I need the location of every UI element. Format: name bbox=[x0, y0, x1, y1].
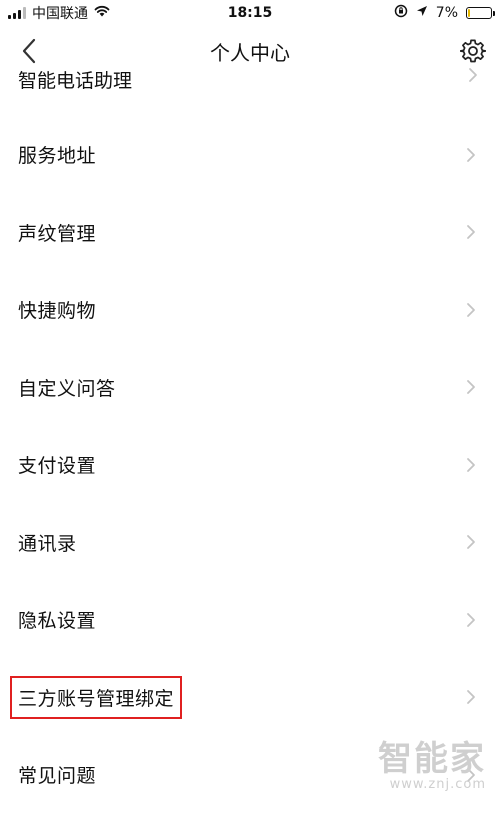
menu-item-label: 支付设置 bbox=[18, 455, 97, 478]
menu-item-privacy-settings[interactable]: 隐私设置 bbox=[0, 581, 500, 659]
menu-item-payment-settings[interactable]: 支付设置 bbox=[0, 426, 500, 504]
orientation-lock-icon bbox=[394, 4, 408, 22]
menu-item-custom-qa[interactable]: 自定义问答 bbox=[0, 349, 500, 427]
carrier-name: 中国联通 bbox=[32, 6, 88, 22]
chevron-right-icon bbox=[464, 612, 478, 627]
menu-item-contacts[interactable]: 通讯录 bbox=[0, 504, 500, 582]
menu-item-label: 通讯录 bbox=[18, 532, 77, 555]
chevron-left-icon bbox=[22, 38, 36, 64]
menu-item-label: 常见问题 bbox=[18, 765, 97, 788]
wifi-icon bbox=[94, 5, 110, 21]
status-right: 7% bbox=[394, 4, 495, 22]
menu-item-label: 服务地址 bbox=[18, 145, 97, 168]
menu-list: 服务地址声纹管理快捷购物自定义问答支付设置通讯录隐私设置三方账号管理绑定常见问题 bbox=[0, 116, 500, 814]
cellular-signal-icon bbox=[8, 7, 26, 19]
menu-item-quick-shopping[interactable]: 快捷购物 bbox=[0, 271, 500, 349]
location-arrow-icon bbox=[416, 5, 428, 21]
menu-item-label: 声纹管理 bbox=[18, 222, 97, 245]
chevron-right-icon bbox=[468, 66, 478, 88]
menu-item-label: 隐私设置 bbox=[18, 610, 97, 633]
menu-item-smart-phone-assistant[interactable]: 智能电话助理 bbox=[0, 62, 500, 90]
gear-icon bbox=[460, 39, 486, 63]
menu-item-label: 智能电话助理 bbox=[18, 70, 133, 90]
chevron-right-icon bbox=[464, 147, 478, 162]
menu-item-label: 自定义问答 bbox=[18, 377, 116, 400]
chevron-right-icon bbox=[464, 690, 478, 705]
menu-item-service-address[interactable]: 服务地址 bbox=[0, 116, 500, 194]
chevron-right-icon bbox=[464, 380, 478, 395]
battery-percent: 7% bbox=[435, 5, 458, 21]
status-bar: 中国联通 18:15 7% bbox=[0, 0, 500, 26]
menu-item-voiceprint-management[interactable]: 声纹管理 bbox=[0, 194, 500, 272]
chevron-right-icon bbox=[464, 225, 478, 240]
chevron-right-icon bbox=[464, 457, 478, 472]
chevron-right-icon bbox=[464, 302, 478, 317]
status-left: 中国联通 bbox=[8, 3, 110, 23]
menu-item-third-party-account-binding[interactable]: 三方账号管理绑定 bbox=[0, 659, 500, 737]
battery-icon bbox=[466, 7, 495, 19]
battery-level-fill bbox=[468, 9, 470, 17]
menu-item-faq[interactable]: 常见问题 bbox=[0, 736, 500, 814]
chevron-right-icon bbox=[464, 767, 478, 782]
menu-item-label: 快捷购物 bbox=[18, 300, 97, 323]
chevron-right-icon bbox=[464, 535, 478, 550]
menu-item-label: 三方账号管理绑定 bbox=[9, 675, 183, 719]
